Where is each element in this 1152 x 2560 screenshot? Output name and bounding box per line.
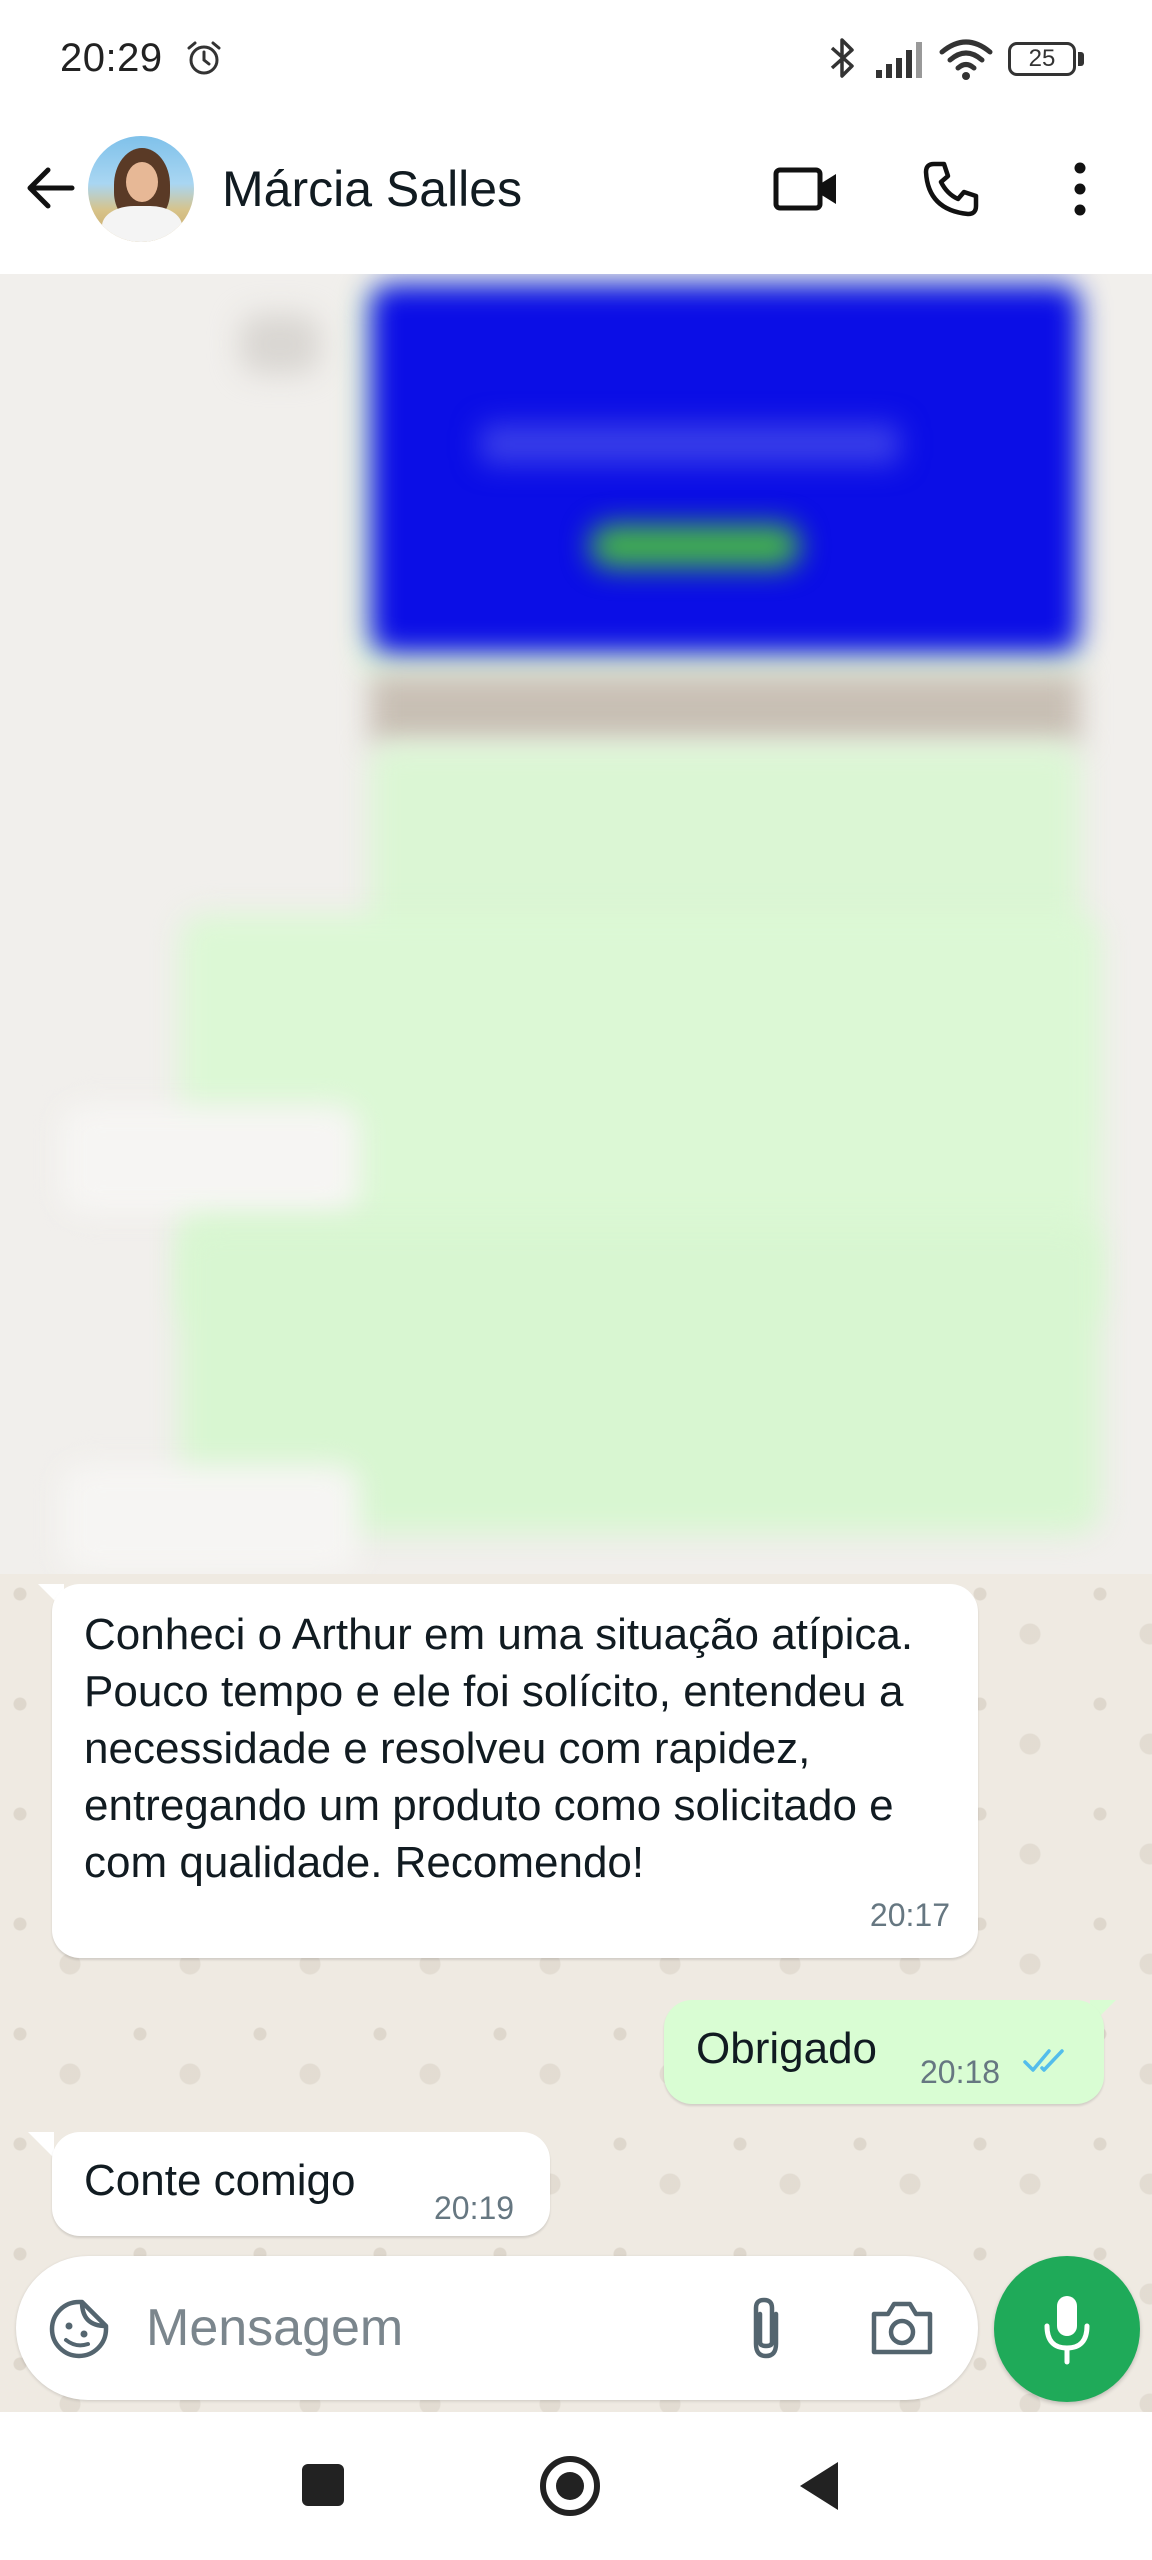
back-arrow-icon[interactable]	[22, 160, 78, 216]
message-text: Conheci o Arthur em uma situação atípica…	[84, 1610, 914, 1887]
status-bar: 20:29 25	[0, 0, 1152, 118]
incoming-message-bubble[interactable]: Conte comigo 20:19	[52, 2132, 550, 2236]
home-button[interactable]	[540, 2456, 600, 2516]
battery-icon: 25	[1008, 42, 1084, 76]
microphone-icon	[1044, 2296, 1090, 2365]
voice-call-icon[interactable]	[920, 158, 982, 220]
battery-cap	[1078, 52, 1084, 66]
contact-name[interactable]: Márcia Salles	[222, 160, 522, 218]
chat-area[interactable]: Conheci o Arthur em uma situação atípica…	[0, 274, 1152, 2412]
message-composer	[16, 2256, 978, 2400]
signal-icon	[876, 42, 922, 78]
message-text: Obrigado	[696, 2024, 878, 2073]
incoming-message-bubble[interactable]: Conheci o Arthur em uma situação atípica…	[52, 1584, 978, 1958]
outgoing-message-bubble[interactable]: Obrigado 20:18	[664, 2000, 1104, 2104]
chat-header: Márcia Salles	[0, 118, 1152, 274]
voice-message-button[interactable]	[994, 2256, 1140, 2402]
recents-button[interactable]	[302, 2464, 344, 2506]
message-time: 20:18	[920, 2054, 1001, 2090]
message-time: 20:19	[434, 2190, 515, 2226]
battery-level: 25	[1008, 42, 1076, 76]
message-text: Conte comigo	[84, 2156, 356, 2205]
video-call-icon[interactable]	[772, 158, 842, 220]
message-input[interactable]	[146, 2286, 706, 2370]
message-time: 20:17	[869, 1897, 950, 1933]
nav-back-icon[interactable]	[796, 2458, 842, 2514]
more-options-icon[interactable]	[1060, 158, 1100, 220]
wifi-icon	[939, 39, 993, 80]
contact-avatar[interactable]	[88, 136, 194, 242]
alarm-icon	[187, 41, 221, 75]
status-time: 20:29	[60, 36, 163, 80]
bluetooth-icon	[830, 38, 854, 78]
camera-icon[interactable]	[868, 2296, 936, 2360]
blurred-history	[0, 274, 1152, 1574]
bubble-tail	[28, 2132, 54, 2158]
read-ticks-icon	[1023, 2049, 1064, 2072]
system-navigation-bar	[0, 2412, 1152, 2560]
attach-icon[interactable]	[738, 2292, 794, 2364]
sticker-icon[interactable]	[46, 2296, 112, 2362]
